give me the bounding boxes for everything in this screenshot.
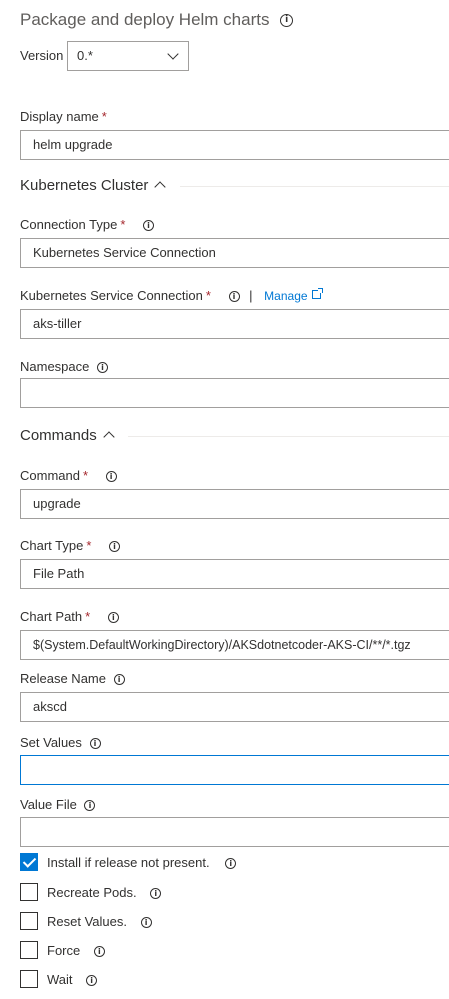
wait-label: Wait i <box>47 972 98 987</box>
info-icon[interactable]: i <box>150 888 162 900</box>
recreate-pods-checkbox[interactable] <box>20 883 38 901</box>
version-value: 0.* <box>77 48 93 63</box>
connection-type-label: Connection Type * i <box>20 217 155 232</box>
release-name-label: Release Name i <box>20 671 125 686</box>
separator: | <box>249 288 253 303</box>
force-label: Force i <box>47 943 105 958</box>
set-values-input[interactable] <box>20 755 449 785</box>
display-name-label: Display name * <box>20 109 107 124</box>
info-icon[interactable]: i <box>280 14 294 28</box>
required-marker: * <box>82 468 89 483</box>
value-file-input[interactable] <box>20 817 449 847</box>
info-icon[interactable]: i <box>113 674 125 686</box>
recreate-pods-label: Recreate Pods. i <box>47 885 162 900</box>
section-divider <box>180 186 449 187</box>
chart-path-label: Chart Path * i <box>20 609 119 624</box>
info-icon[interactable]: i <box>89 738 101 750</box>
chart-type-input[interactable]: File Path <box>20 559 449 589</box>
info-icon[interactable]: i <box>140 917 152 929</box>
external-link-icon <box>311 288 323 299</box>
install-if-not-present-checkbox[interactable] <box>20 853 38 871</box>
info-icon[interactable]: i <box>105 471 117 483</box>
info-icon[interactable]: i <box>84 800 96 812</box>
required-marker: * <box>85 609 91 624</box>
page-title: Package and deploy Helm charts i <box>20 10 294 30</box>
force-checkbox[interactable] <box>20 941 38 959</box>
info-icon[interactable]: i <box>97 362 108 374</box>
info-icon[interactable]: i <box>109 541 121 553</box>
command-input[interactable]: upgrade <box>20 489 449 519</box>
manage-link[interactable]: Manage <box>264 288 323 303</box>
set-values-label: Set Values i <box>20 735 101 750</box>
required-marker: * <box>120 217 126 232</box>
display-name-input[interactable]: helm upgrade <box>20 130 449 160</box>
chevron-down-icon <box>167 48 179 60</box>
info-icon[interactable]: i <box>107 612 119 624</box>
required-marker: * <box>86 538 92 553</box>
info-icon[interactable]: i <box>143 220 155 232</box>
chart-type-label: Chart Type * i <box>20 538 121 553</box>
namespace-input[interactable] <box>20 378 449 408</box>
wait-checkbox[interactable] <box>20 970 38 988</box>
version-dropdown[interactable]: 0.* <box>67 41 189 71</box>
info-icon[interactable]: i <box>93 946 105 958</box>
section-divider <box>128 436 449 437</box>
value-file-label: Value File i <box>20 797 96 812</box>
command-label: Command * i <box>20 468 117 483</box>
install-if-not-present-label: Install if release not present. i <box>47 855 237 870</box>
chevron-up-icon <box>154 181 167 193</box>
reset-values-checkbox[interactable] <box>20 912 38 930</box>
release-name-input[interactable]: akscd <box>20 692 449 722</box>
info-icon[interactable]: i <box>86 975 98 987</box>
checkmark-icon <box>22 854 37 868</box>
k8s-service-connection-input[interactable]: aks-tiller <box>20 309 449 339</box>
required-marker: * <box>101 109 107 124</box>
chart-path-input[interactable]: $(System.DefaultWorkingDirectory)/AKSdot… <box>20 630 449 660</box>
section-kubernetes-cluster[interactable]: Kubernetes Cluster <box>20 177 167 194</box>
required-marker: * <box>205 288 211 303</box>
k8s-service-connection-label: Kubernetes Service Connection * i | Manag… <box>20 288 323 303</box>
info-icon[interactable]: i <box>225 858 237 870</box>
info-icon[interactable]: i <box>228 291 240 303</box>
namespace-label: Namespace i <box>20 359 108 374</box>
chevron-up-icon <box>103 431 115 443</box>
section-commands[interactable]: Commands <box>20 427 115 444</box>
reset-values-label: Reset Values. i <box>47 914 152 929</box>
version-label: Version <box>20 48 64 63</box>
connection-type-input[interactable]: Kubernetes Service Connection <box>20 238 449 268</box>
